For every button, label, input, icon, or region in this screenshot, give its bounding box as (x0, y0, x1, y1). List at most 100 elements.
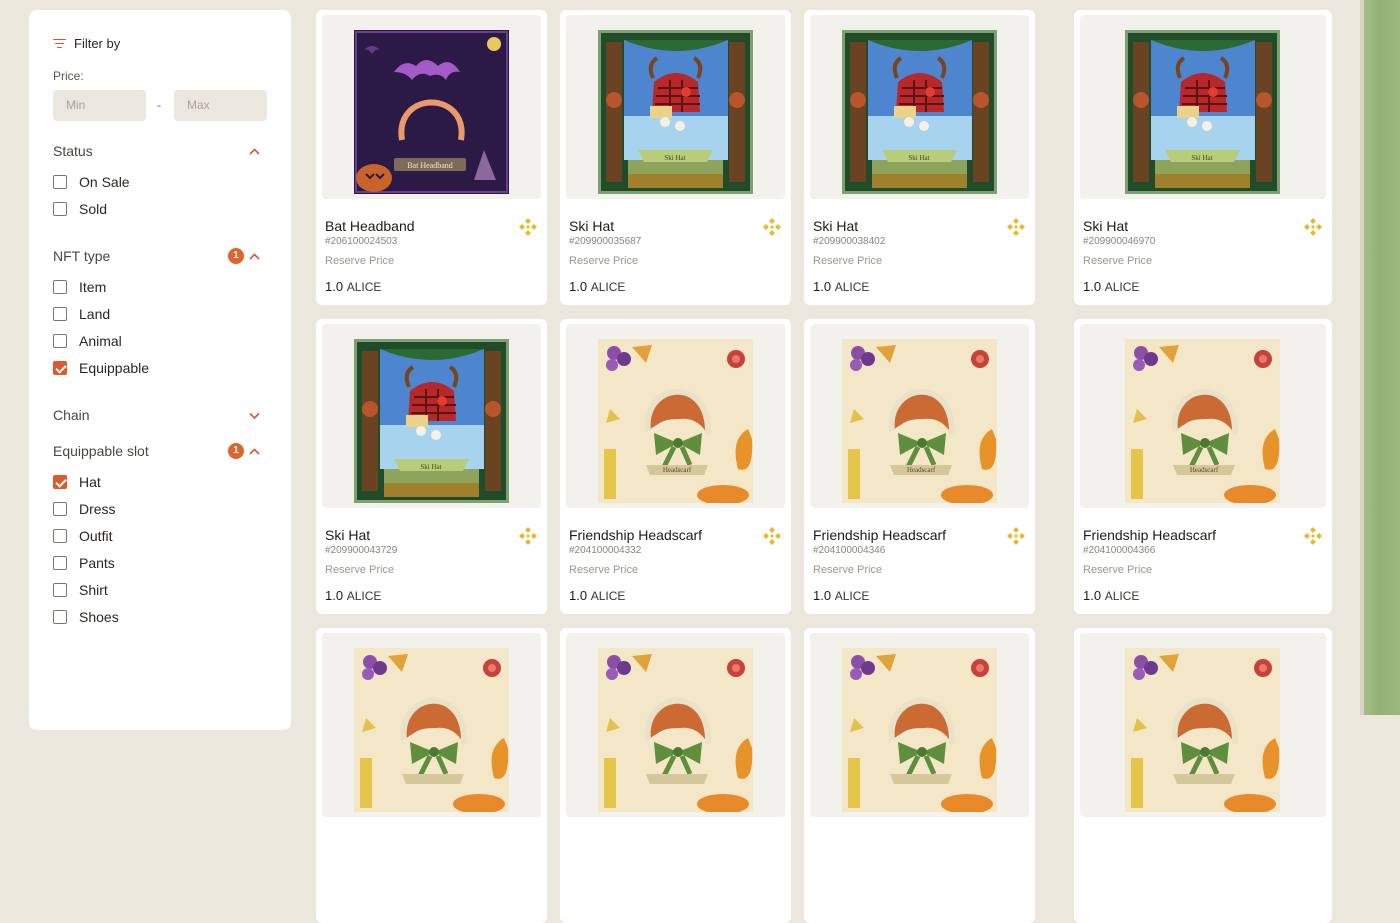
bat-headband-artwork: Bat Headband (353, 30, 509, 194)
nft-card[interactable]: Ski Hat Ski Hat #209900038402 Reserve Pr… (804, 10, 1035, 305)
nft-card[interactable]: Ski Hat Ski Hat #209900043729 Reserve Pr… (316, 319, 547, 614)
nft-card[interactable]: Headscarf Friendship Headscarf #20410000… (560, 319, 791, 614)
nft-token-id: #209900035687 (569, 236, 642, 247)
nft-image[interactable] (566, 633, 785, 817)
reserve-price-label: Reserve Price (325, 564, 395, 576)
nft-image[interactable] (322, 633, 541, 817)
filter-label: Filter by (74, 36, 121, 51)
bnb-chain-icon (519, 218, 537, 236)
slot-option-dress[interactable]: Dress (53, 501, 116, 517)
nft-image[interactable]: Headscarf (1080, 324, 1326, 508)
nft-card[interactable] (804, 628, 1035, 923)
checkbox[interactable] (53, 556, 67, 570)
nft-name[interactable]: Ski Hat (813, 218, 858, 234)
headscarf-artwork (841, 648, 997, 814)
nft-price: 1.0 ALICE (325, 279, 382, 294)
checkbox[interactable] (53, 202, 67, 216)
nft-price: 1.0 ALICE (569, 588, 626, 603)
nft-type-option-animal[interactable]: Animal (53, 333, 122, 349)
art-caption: Ski Hat (908, 154, 929, 162)
price-max-input[interactable]: Max (174, 90, 267, 121)
art-caption: Headscarf (1190, 466, 1219, 474)
nft-type-option-item[interactable]: Item (53, 279, 106, 295)
background-strip (1364, 0, 1400, 715)
currency-label: ALICE (834, 589, 870, 603)
nft-card[interactable] (560, 628, 791, 923)
slot-option-shoes[interactable]: Shoes (53, 609, 119, 625)
nft-type-section-title[interactable]: NFT type (53, 248, 110, 264)
nft-card[interactable]: Bat Headband Bat Headband #206100024503 … (316, 10, 547, 305)
nft-price: 1.0 ALICE (813, 279, 870, 294)
nft-image[interactable] (1080, 633, 1326, 817)
nft-card[interactable]: Ski Hat Ski Hat #209900046970 Reserve Pr… (1074, 10, 1332, 305)
currency-label: ALICE (346, 280, 382, 294)
nft-name[interactable]: Ski Hat (325, 527, 370, 543)
nft-name[interactable]: Ski Hat (569, 218, 614, 234)
nft-image[interactable]: Ski Hat (1080, 15, 1326, 199)
headscarf-artwork: Headscarf (597, 339, 753, 505)
chevron-up-icon[interactable] (248, 445, 261, 458)
checkbox[interactable] (53, 334, 67, 348)
slot-option-hat[interactable]: Hat (53, 474, 101, 490)
price-label: Price: (53, 69, 84, 83)
nft-name[interactable]: Bat Headband (325, 218, 415, 234)
nft-image[interactable] (810, 633, 1029, 817)
price-min-input[interactable]: Min (53, 90, 146, 121)
price-separator: - (157, 98, 161, 112)
nft-token-id: #209900043729 (325, 545, 398, 556)
reserve-price-label: Reserve Price (1083, 255, 1153, 267)
status-section-title[interactable]: Status (53, 143, 93, 159)
chevron-down-icon[interactable] (248, 409, 261, 422)
chevron-up-icon[interactable] (248, 145, 261, 158)
chain-section-title[interactable]: Chain (53, 407, 90, 423)
nft-image[interactable]: Ski Hat (322, 324, 541, 508)
nft-token-id: #204100004346 (813, 545, 886, 556)
nft-image[interactable]: Ski Hat (566, 15, 785, 199)
nft-card[interactable] (316, 628, 547, 923)
checkbox[interactable] (53, 610, 67, 624)
checkbox[interactable] (53, 280, 67, 294)
checkbox[interactable] (53, 529, 67, 543)
checkbox[interactable] (53, 307, 67, 321)
nft-name[interactable]: Friendship Headscarf (1083, 527, 1216, 543)
checkbox-checked[interactable] (53, 475, 67, 489)
slot-option-pants[interactable]: Pants (53, 555, 115, 571)
nft-image[interactable]: Bat Headband (322, 15, 541, 199)
checkbox[interactable] (53, 502, 67, 516)
nft-name[interactable]: Friendship Headscarf (569, 527, 702, 543)
ski-hat-artwork: Ski Hat (841, 30, 997, 194)
nft-card[interactable] (1074, 628, 1332, 923)
checkbox[interactable] (53, 583, 67, 597)
slot-option-outfit[interactable]: Outfit (53, 528, 112, 544)
nft-image[interactable]: Headscarf (566, 324, 785, 508)
nft-price: 1.0 ALICE (1083, 588, 1140, 603)
nft-image[interactable]: Ski Hat (810, 15, 1029, 199)
bnb-chain-icon (1304, 218, 1322, 236)
headscarf-artwork: Headscarf (1125, 339, 1280, 505)
nft-name[interactable]: Ski Hat (1083, 218, 1128, 234)
status-option-sold[interactable]: Sold (53, 201, 107, 217)
checkbox[interactable] (53, 175, 67, 189)
filter-sidebar: Filter by Price: Min - Max Status On Sal… (29, 10, 291, 730)
nft-card[interactable]: Headscarf Friendship Headscarf #20410000… (804, 319, 1035, 614)
reserve-price-label: Reserve Price (1083, 564, 1153, 576)
headscarf-artwork (353, 648, 509, 814)
slot-option-shirt[interactable]: Shirt (53, 582, 108, 598)
filter-header[interactable]: Filter by (53, 36, 120, 51)
art-caption: Ski Hat (664, 154, 685, 162)
nft-type-option-land[interactable]: Land (53, 306, 110, 322)
nft-price: 1.0 ALICE (569, 279, 626, 294)
reserve-price-label: Reserve Price (325, 255, 395, 267)
nft-image[interactable]: Headscarf (810, 324, 1029, 508)
nft-token-id: #204100004366 (1083, 545, 1156, 556)
nft-price: 1.0 ALICE (325, 588, 382, 603)
bnb-chain-icon (1007, 527, 1025, 545)
nft-type-option-equippable[interactable]: Equippable (53, 360, 149, 376)
nft-card[interactable]: Ski Hat Ski Hat #209900035687 Reserve Pr… (560, 10, 791, 305)
equippable-slot-section-title[interactable]: Equippable slot (53, 443, 149, 459)
checkbox-checked[interactable] (53, 361, 67, 375)
chevron-up-icon[interactable] (248, 250, 261, 263)
status-option-on-sale[interactable]: On Sale (53, 174, 130, 190)
nft-name[interactable]: Friendship Headscarf (813, 527, 946, 543)
nft-card[interactable]: Headscarf Friendship Headscarf #20410000… (1074, 319, 1332, 614)
